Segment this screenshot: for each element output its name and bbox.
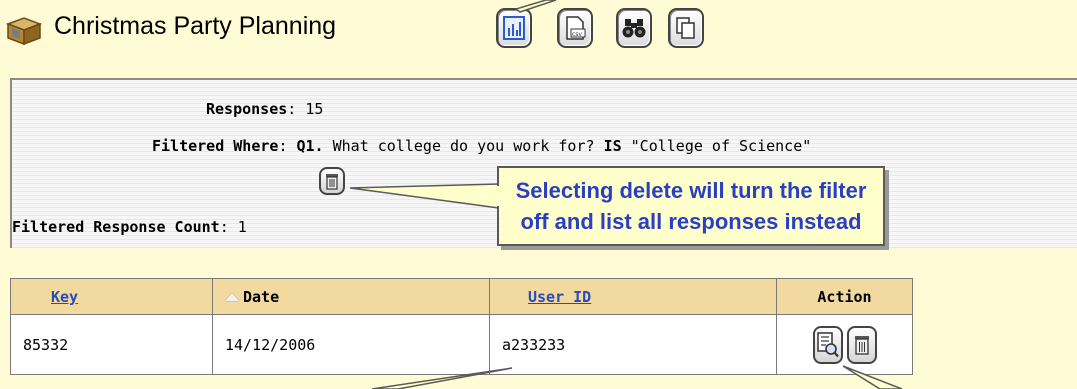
callout-pointer-bottom (371, 365, 903, 389)
